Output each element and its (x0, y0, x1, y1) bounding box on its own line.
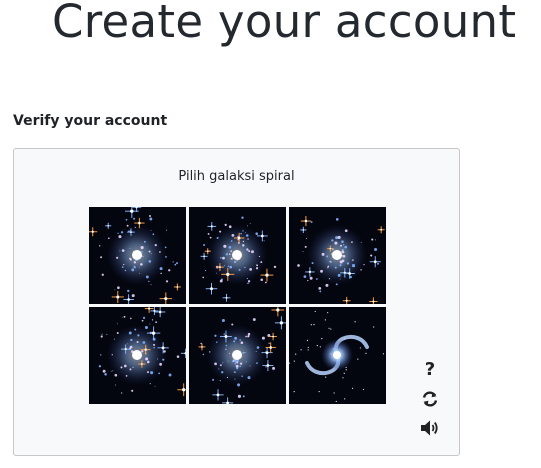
refresh-icon (422, 391, 438, 407)
captcha-widget: Pilih galaksi spiral ? (13, 148, 460, 456)
captcha-tile-1[interactable] (89, 207, 186, 304)
verify-section-label: Verify your account (13, 113, 168, 129)
refresh-button[interactable] (419, 388, 441, 410)
captcha-tile-4[interactable] (89, 307, 186, 404)
captcha-tile-2[interactable] (189, 207, 286, 304)
page-title: Create your account (52, 0, 517, 48)
speaker-icon (421, 420, 438, 436)
captcha-tile-6[interactable] (289, 307, 386, 404)
captcha-tile-grid (89, 207, 387, 405)
captcha-controls: ? (419, 359, 441, 446)
captcha-tile-3[interactable] (289, 207, 386, 304)
help-button[interactable]: ? (419, 359, 441, 381)
captcha-prompt: Pilih galaksi spiral (178, 169, 295, 184)
audio-button[interactable] (419, 417, 441, 439)
signup-page: Create your account Verify your account … (0, 0, 541, 468)
captcha-tile-5[interactable] (189, 307, 286, 404)
